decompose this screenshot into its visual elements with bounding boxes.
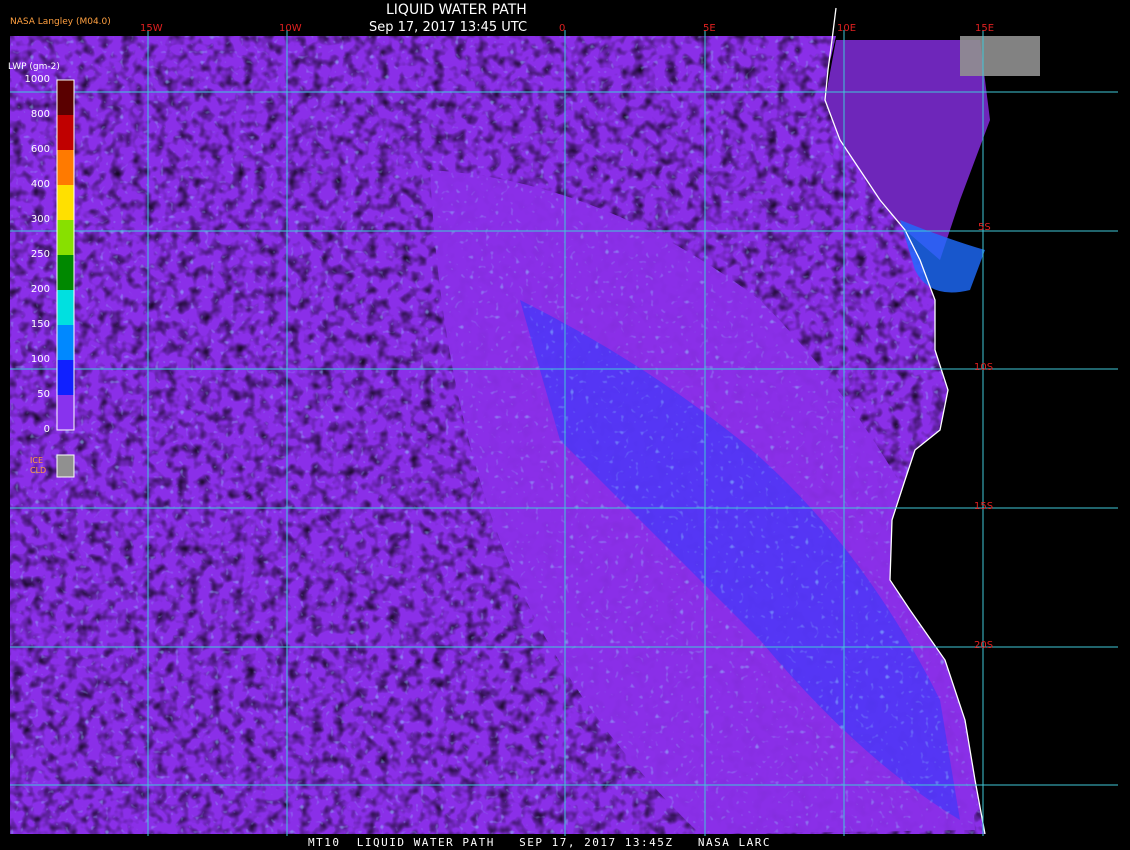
lat-label-5s: 5S [978, 222, 991, 233]
map-datetime: Sep 17, 2017 13:45 UTC [369, 20, 528, 35]
legend-swatch-150 [57, 325, 74, 360]
legend-label-200: 200 [30, 284, 50, 295]
lon-label-10w: 10W [279, 23, 302, 34]
legend-swatch-800 [57, 115, 74, 150]
legend-label-50: 50 [37, 389, 50, 400]
legend-swatch-1000 [57, 80, 74, 115]
legend-label-600: 600 [30, 144, 50, 155]
satellite-map [10, 7, 1118, 836]
legend-swatch-200 [57, 290, 74, 325]
legend-label-1000: 1000 [24, 74, 50, 85]
legend-label-300: 300 [30, 214, 50, 225]
legend-color-bar [56, 79, 75, 431]
product-credit: NASA Langley (M04.0) [10, 17, 111, 27]
lon-label-5e: 5E [703, 23, 716, 34]
footer-caption: MT10 LIQUID WATER PATH SEP 17, 2017 13:4… [308, 836, 771, 849]
ice-label-1: ICE [30, 456, 43, 465]
lon-label-0: 0 [559, 23, 566, 34]
legend-label-800: 800 [30, 109, 50, 120]
lon-label-10e: 10E [837, 23, 857, 34]
legend-swatch-50 [57, 395, 74, 430]
lat-label-15s: 15S [974, 501, 994, 512]
lat-label-20s: 20S [974, 640, 994, 651]
legend-label-150: 150 [30, 319, 50, 330]
lon-label-15w: 15W [140, 23, 163, 34]
legend-label-0: 0 [43, 424, 50, 435]
lon-label-15e: 15E [975, 23, 995, 34]
legend-label-100: 100 [30, 354, 50, 365]
legend-swatch-250 [57, 255, 74, 290]
legend-swatch-600 [57, 150, 74, 185]
legend-swatch-100 [57, 360, 74, 395]
lat-label-10s: 10S [974, 362, 994, 373]
legend-swatch-300 [57, 220, 74, 255]
legend-label-250: 250 [30, 249, 50, 260]
ice-cloud-swatch [56, 454, 75, 478]
legend-label-400: 400 [30, 179, 50, 190]
legend-swatch-400 [57, 185, 74, 220]
ice-label-2: CLD [30, 466, 47, 475]
map-title: LIQUID WATER PATH [386, 2, 527, 18]
legend-title: LWP (gm-2) [8, 62, 60, 72]
